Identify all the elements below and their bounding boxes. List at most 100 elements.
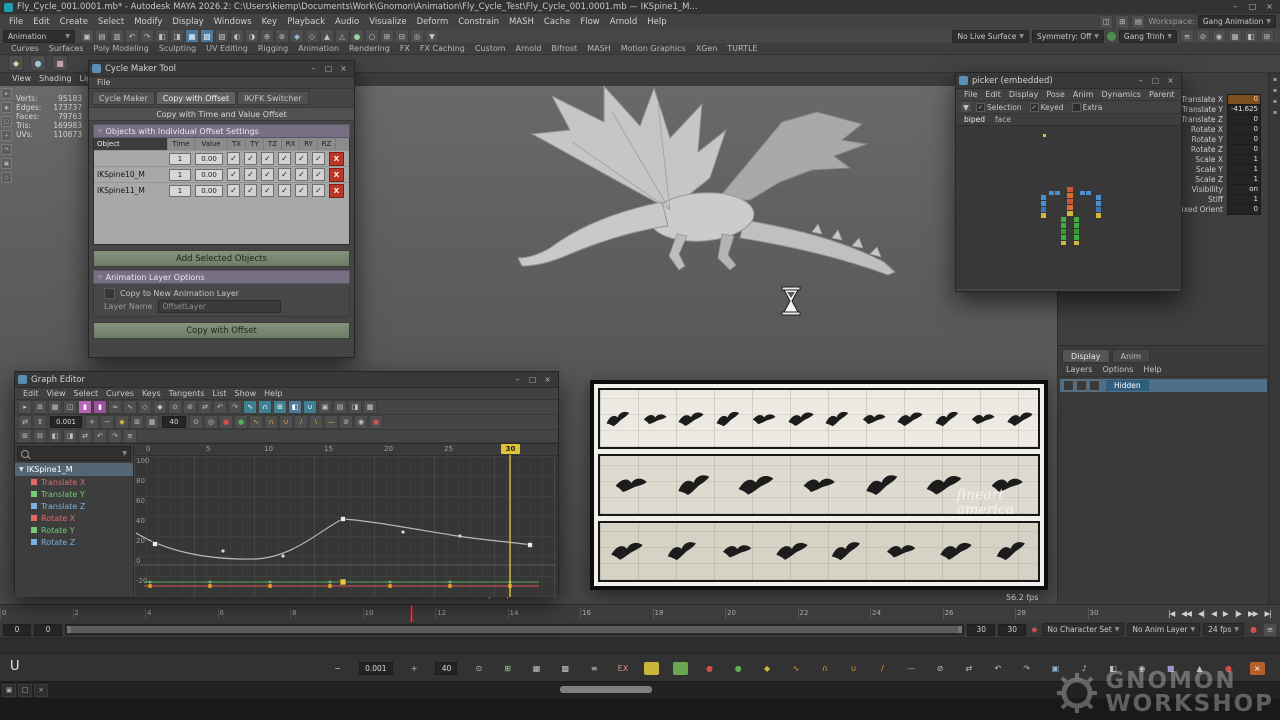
anim-toolbar-icon[interactable]: ● [702, 662, 717, 675]
toolbox-icon[interactable]: ▢ [1, 116, 12, 127]
graph-toolbar-icon[interactable]: / [294, 415, 308, 429]
toolbar-icon[interactable]: ◇ [305, 29, 319, 43]
tx-checkbox[interactable]: ✓ [227, 184, 240, 197]
window-control-button[interactable]: × [1163, 73, 1178, 88]
window-control-button[interactable]: × [336, 61, 351, 76]
graph-toolbar-icon[interactable]: ◧ [288, 400, 302, 414]
shelf-icon[interactable]: ■ [52, 55, 68, 71]
graph-toolbar-icon[interactable]: ⊙ [189, 415, 203, 429]
frame-tick[interactable]: 0 [0, 605, 73, 622]
window-control-button[interactable]: × [540, 372, 555, 387]
graph-toolbar-icon[interactable]: ↶ [93, 429, 107, 443]
layer-editor-menu-item[interactable]: Options [1098, 365, 1137, 374]
biped-picker-buttons[interactable] [1039, 187, 1103, 249]
graph-toolbar-icon[interactable]: ◆ [153, 400, 167, 414]
graph-toolbar-icon[interactable]: \ [309, 415, 323, 429]
toolbar-icon[interactable]: ◨ [170, 29, 184, 43]
frame-tick[interactable]: 30 [1088, 605, 1161, 622]
graph-toolbar-icon[interactable]: ⊘ [183, 400, 197, 414]
toolbar-icon[interactable]: ⊗ [275, 29, 289, 43]
rz-checkbox[interactable]: ✓ [312, 184, 325, 197]
toolbar-right-icon[interactable]: ≡ [1180, 29, 1194, 43]
taskbar-window-button[interactable]: ▣ [2, 684, 16, 697]
fps-selector[interactable]: 24 fps ▼ [1203, 623, 1244, 636]
picker-filter[interactable]: Extra [1072, 103, 1103, 112]
ry-checkbox[interactable]: ✓ [295, 168, 308, 181]
playhead-frame-flag[interactable]: 30 [501, 444, 520, 454]
filter-checkbox[interactable]: ✓ [1030, 103, 1039, 112]
value-offset-field[interactable]: 0.00 [195, 153, 223, 165]
toolbar-icon[interactable]: ◐ [230, 29, 244, 43]
menu-item[interactable]: Deform [412, 17, 454, 27]
toolbar-icon[interactable]: ◑ [245, 29, 259, 43]
symmetry-selector[interactable]: Symmetry: Off ▼ [1032, 30, 1104, 43]
frame-tick[interactable]: 10 [363, 605, 436, 622]
rz-checkbox[interactable]: ✓ [312, 152, 325, 165]
graph-toolbar-icon[interactable]: ⊙ [168, 400, 182, 414]
toolbar-icon[interactable]: ▣ [80, 29, 94, 43]
cycle-menu-item[interactable]: File [93, 78, 114, 87]
auto-key-toggle[interactable]: ● [1247, 625, 1260, 634]
menu-item[interactable]: Visualize [364, 17, 411, 27]
frame-tick[interactable]: 2 [73, 605, 146, 622]
graph-toolbar-icon[interactable]: ▮ [93, 400, 107, 414]
anim-layer-selector[interactable]: No Anim Layer ▼ [1127, 623, 1200, 636]
step-value-field[interactable]: 0.001 [359, 662, 393, 675]
sidebar-strip-icon[interactable]: ▪ [1273, 109, 1277, 116]
anim-toolbar-icon[interactable]: ∿ [788, 662, 803, 675]
rx-checkbox[interactable]: ✓ [278, 152, 291, 165]
picker-tab[interactable]: biped [964, 115, 985, 124]
graph-toolbar-icon[interactable]: ⇄ [18, 415, 32, 429]
cycle-tab[interactable]: IK/FK Switcher [237, 91, 308, 105]
dragon-model[interactable] [512, 82, 907, 307]
graph-toolbar-icon[interactable]: ◫ [63, 400, 77, 414]
outliner-channel-row[interactable]: Rotate X [15, 512, 133, 524]
graph-toolbar-icon[interactable]: ⊟ [33, 429, 47, 443]
anim-toolbar-icon[interactable]: / [875, 662, 890, 675]
stat-value-field[interactable]: 40 [162, 416, 186, 428]
picker-tab[interactable]: face [995, 115, 1011, 124]
window-control-button[interactable]: □ [321, 61, 336, 76]
anim-toolbar-icon[interactable] [673, 662, 688, 675]
graph-toolbar-icon[interactable]: ● [369, 415, 383, 429]
menubar-icon[interactable]: ⊞ [1115, 15, 1129, 29]
window-control-button[interactable]: □ [1148, 73, 1163, 88]
layer-editor-menu-item[interactable]: Help [1139, 365, 1165, 374]
anim-toolbar-icon[interactable] [644, 662, 659, 675]
shelf-tab[interactable]: FX Caching [415, 44, 470, 53]
toolbar-icon[interactable]: ⊕ [260, 29, 274, 43]
layer-row[interactable]: Hidden [1060, 379, 1267, 392]
menu-item[interactable]: Select [93, 17, 129, 27]
playback-button[interactable]: ▶ [1221, 609, 1230, 618]
toolbar-icon[interactable]: ▥ [110, 29, 124, 43]
toolbar-icon[interactable]: ◎ [410, 29, 424, 43]
anim-toolbar-icon[interactable]: ∪ [846, 662, 861, 675]
sidebar-strip-icon[interactable]: ▪ [1273, 76, 1277, 83]
tz-checkbox[interactable]: ✓ [261, 184, 274, 197]
menu-item[interactable]: File [4, 17, 28, 27]
time-ticks[interactable]: 024681012141618202224262830 [0, 605, 1160, 622]
frame-tick[interactable]: 22 [798, 605, 871, 622]
picker-titlebar[interactable]: picker (embedded) –□× [956, 73, 1181, 89]
graph-toolbar-icon[interactable]: ⊞ [130, 415, 144, 429]
window-control-button[interactable]: – [510, 372, 525, 387]
taskbar-window-button[interactable]: □ [18, 684, 32, 697]
tz-checkbox[interactable]: ✓ [261, 152, 274, 165]
picker-menu-item[interactable]: File [960, 90, 981, 99]
graph-toolbar-icon[interactable]: ◉ [354, 415, 368, 429]
increment-step-button[interactable]: + [407, 662, 422, 675]
graph-toolbar-icon[interactable]: ▣ [318, 400, 332, 414]
picker-filter[interactable]: ✓ Keyed [1030, 103, 1064, 112]
layer-playback-toggle[interactable] [1076, 380, 1087, 391]
graph-toolbar-icon[interactable]: ↷ [228, 400, 242, 414]
anim-toolbar-icon[interactable]: ◆ [760, 662, 775, 675]
layer-editor-tab[interactable]: Display [1062, 349, 1110, 363]
toolbar-right-icon[interactable]: ⊞ [1260, 29, 1274, 43]
menu-item[interactable]: Modify [129, 17, 167, 27]
shelf-tab[interactable]: Bifrost [546, 44, 582, 53]
graph-editor-titlebar[interactable]: Graph Editor –□× [15, 372, 558, 388]
graph-editor-menu-item[interactable]: Tangents [165, 389, 209, 398]
graph-editor-menu-item[interactable]: Edit [19, 389, 43, 398]
graph-toolbar-icon[interactable]: ⊞ [18, 429, 32, 443]
shelf-tab[interactable]: Poly Modeling [88, 44, 153, 53]
